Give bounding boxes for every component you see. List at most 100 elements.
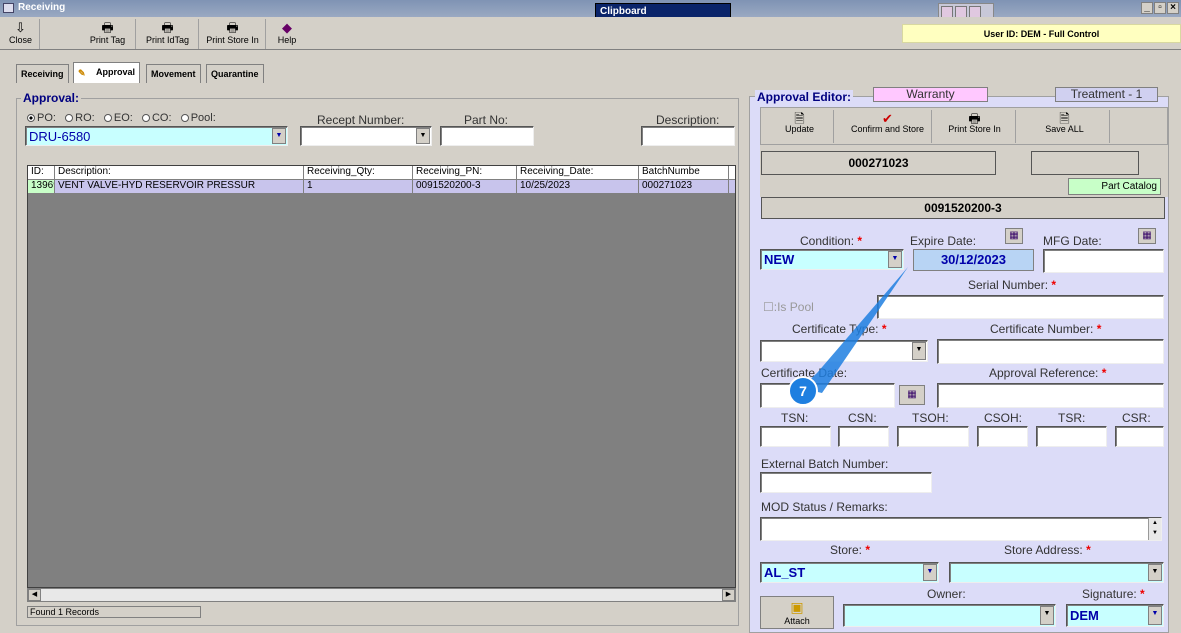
- col-description[interactable]: Description:: [55, 166, 304, 179]
- owner-label: Owner:: [927, 587, 966, 601]
- check-icon: ✔: [882, 111, 893, 126]
- csr-label: CSR:: [1122, 411, 1151, 425]
- approval-legend: Approval:: [21, 91, 82, 105]
- recept-number-label: Recept Number:: [317, 113, 405, 127]
- print-store-in-button[interactable]: 🖶 Print Store In: [200, 19, 266, 49]
- owner-select[interactable]: ▼: [843, 604, 1056, 627]
- textarea-scrollbar[interactable]: ▲ ▼: [1148, 518, 1161, 540]
- tsoh-input[interactable]: [897, 426, 969, 447]
- part-number-box: 0091520200-3: [761, 197, 1165, 219]
- col-id[interactable]: ID:: [28, 166, 55, 179]
- col-date[interactable]: Receiving_Date:: [517, 166, 639, 179]
- mfg-date-input[interactable]: [1043, 249, 1164, 273]
- title-bar: Receiving: [0, 0, 1181, 17]
- window-title: Receiving: [18, 2, 66, 13]
- store-address-select[interactable]: ▼: [949, 562, 1164, 583]
- tsn-input[interactable]: [760, 426, 831, 447]
- save-all-button[interactable]: 🗎 Save ALL: [1020, 110, 1110, 143]
- app-icon: [3, 3, 14, 13]
- mfg-date-label: MFG Date:: [1043, 234, 1102, 248]
- cell-id: 139697: [28, 180, 55, 193]
- status-bar: Found 1 Records: [27, 606, 201, 618]
- update-button[interactable]: 🗎 Update: [766, 110, 834, 143]
- certificate-number-label: Certificate Number: *: [990, 322, 1102, 336]
- mod-status-textarea[interactable]: ▲ ▼: [760, 517, 1162, 541]
- records-grid[interactable]: ID: Description: Receiving_Qty: Receivin…: [27, 165, 736, 588]
- col-qty[interactable]: Receiving_Qty:: [304, 166, 413, 179]
- printer-icon: 🖶: [101, 20, 114, 35]
- help-button[interactable]: ◆ Help: [268, 19, 306, 49]
- callout-number: 7: [799, 383, 807, 399]
- radio-po[interactable]: [27, 114, 35, 123]
- chevron-down-icon[interactable]: ▼: [416, 128, 430, 144]
- warranty-tab[interactable]: Warranty: [873, 87, 988, 102]
- chevron-down-icon[interactable]: ▼: [1148, 606, 1162, 625]
- tab-movement[interactable]: Movement: [146, 64, 201, 83]
- maximize-icon[interactable]: ▫: [1154, 2, 1166, 14]
- store-address-label: Store Address: *: [1004, 543, 1091, 557]
- tab-approval[interactable]: ✎ Approval: [73, 62, 141, 83]
- extra-info-box: [1031, 151, 1139, 175]
- minimize-icon[interactable]: _: [1141, 2, 1153, 14]
- printer-icon: 🖶: [226, 20, 239, 35]
- scroll-left-icon[interactable]: ◀: [28, 589, 41, 601]
- recept-number-select[interactable]: ▼: [300, 126, 432, 146]
- tab-receiving[interactable]: Receiving: [16, 64, 69, 83]
- csoh-input[interactable]: [977, 426, 1028, 447]
- chevron-down-icon[interactable]: ▼: [923, 564, 937, 581]
- store-label: Store: *: [830, 543, 871, 557]
- scroll-right-icon[interactable]: ▶: [722, 589, 735, 601]
- part-no-label: Part No:: [464, 113, 509, 127]
- csr-input[interactable]: [1115, 426, 1164, 447]
- chevron-down-icon[interactable]: ▼: [1148, 564, 1162, 581]
- edit-icon: ✎: [78, 68, 86, 78]
- close-button[interactable]: ⇩ Close: [2, 19, 40, 49]
- chevron-down-icon[interactable]: ▼: [1040, 606, 1054, 625]
- save-icon: 🗎: [1059, 111, 1070, 126]
- expire-date-input[interactable]: 30/12/2023: [913, 249, 1034, 271]
- print-tag-button[interactable]: 🖶 Print Tag: [80, 19, 136, 49]
- table-row[interactable]: 139697 VENT VALVE-HYD RESERVOIR PRESSUR …: [28, 180, 735, 193]
- radio-ro[interactable]: [65, 114, 74, 123]
- tsr-input[interactable]: [1036, 426, 1107, 447]
- cell-batch: 000271023: [639, 180, 729, 193]
- confirm-store-button[interactable]: ✔ Confirm and Store: [844, 110, 932, 143]
- part-no-input[interactable]: [440, 126, 534, 146]
- col-batch[interactable]: BatchNumbe: [639, 166, 729, 179]
- radio-eo[interactable]: [103, 114, 112, 123]
- store-select[interactable]: AL_ST ▼: [760, 562, 939, 583]
- expire-date-label: Expire Date:: [910, 234, 977, 248]
- certificate-number-input[interactable]: [937, 339, 1164, 364]
- print-idtag-button[interactable]: 🖶 Print IdTag: [137, 19, 199, 49]
- chevron-down-icon[interactable]: ▼: [272, 128, 286, 144]
- calendar-icon[interactable]: ▦: [1005, 228, 1023, 244]
- callout-arrow: [801, 267, 908, 393]
- cell-pn: 0091520200-3: [413, 180, 517, 193]
- calendar-icon[interactable]: ▦: [1138, 228, 1156, 244]
- part-catalog-button[interactable]: Part Catalog: [1068, 178, 1161, 195]
- treatment-tab[interactable]: Treatment - 1: [1055, 87, 1158, 102]
- cell-description: VENT VALVE-HYD RESERVOIR PRESSUR: [55, 180, 304, 193]
- attach-button[interactable]: ▣ Attach: [760, 596, 834, 629]
- callout-pointer: 7: [788, 267, 908, 406]
- signature-select[interactable]: DEM ▼: [1066, 604, 1164, 627]
- external-batch-input[interactable]: [760, 472, 932, 493]
- description-input[interactable]: [641, 126, 735, 146]
- csoh-label: CSOH:: [984, 411, 1023, 425]
- cell-date: 10/25/2023: [517, 180, 639, 193]
- horizontal-scrollbar[interactable]: ◀ ▶: [27, 588, 736, 602]
- close-icon[interactable]: ×: [1167, 2, 1179, 14]
- po-select[interactable]: DRU-6580 ▼: [25, 126, 288, 146]
- help-icon: ◆: [282, 20, 292, 35]
- approval-reference-input[interactable]: [937, 383, 1164, 408]
- radio-pool[interactable]: [180, 114, 189, 123]
- csn-input[interactable]: [838, 426, 889, 447]
- col-pn[interactable]: Receiving_PN:: [413, 166, 517, 179]
- approval-reference-label: Approval Reference: *: [989, 366, 1107, 380]
- external-batch-label: External Batch Number:: [761, 457, 889, 471]
- tab-quarantine[interactable]: Quarantine: [206, 64, 264, 83]
- radio-co[interactable]: [141, 114, 150, 123]
- source-radios: PO: RO: EO: CO: Pool:: [27, 112, 216, 124]
- tsr-label: TSR:: [1058, 411, 1086, 425]
- print-store-in-editor-button[interactable]: 🖶 Print Store In: [934, 110, 1016, 143]
